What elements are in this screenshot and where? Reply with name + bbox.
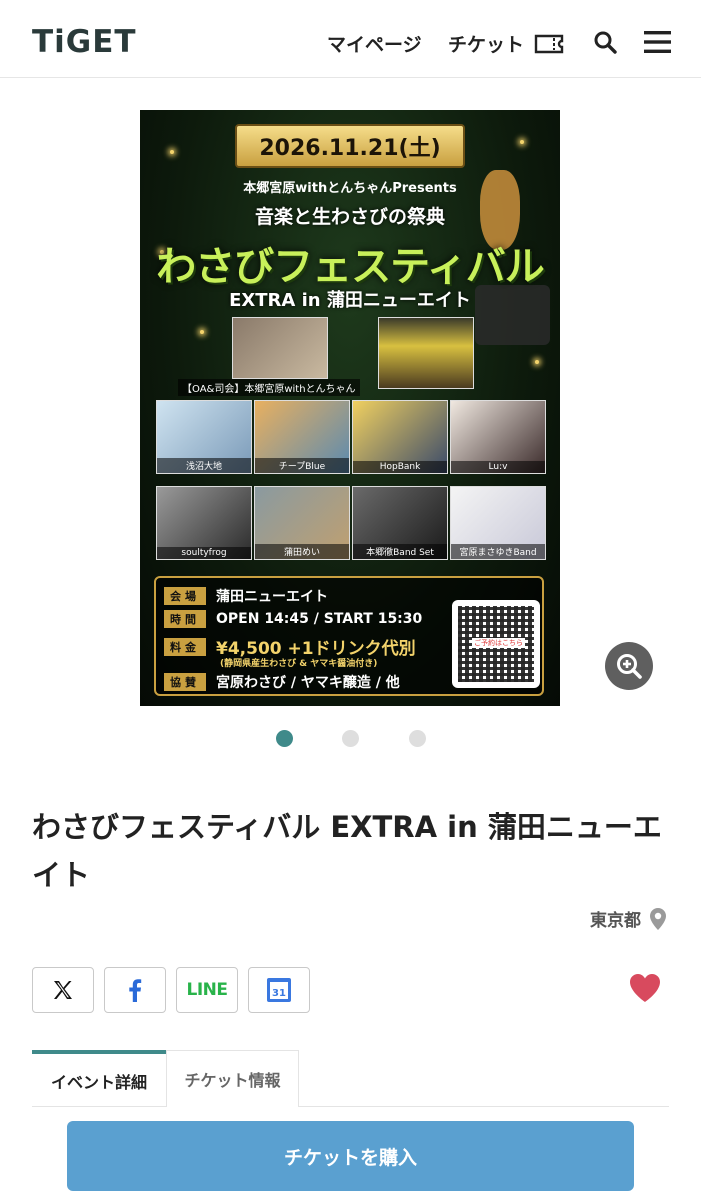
performer-name: チープBlue <box>255 458 349 473</box>
nav-mypage-link[interactable]: マイページ <box>327 30 422 57</box>
sparkle <box>200 330 204 334</box>
sparkle <box>520 140 524 144</box>
hamburger-menu-icon[interactable] <box>644 31 671 53</box>
map-pin-icon <box>650 907 666 930</box>
carousel-dot-3[interactable] <box>409 730 426 747</box>
qr-label: ご予約はこちら <box>472 638 525 648</box>
nav-ticket-label: チケット <box>448 34 525 56</box>
info-row-venue: 会場 蒲田ニューエイト <box>164 586 328 606</box>
x-logo-icon <box>54 981 72 999</box>
add-to-google-calendar-button[interactable]: 31 <box>248 967 310 1013</box>
performer-name: 本郷徹Band Set <box>353 544 447 559</box>
host-caption: 【OA&司会】本郷宮原withとんちゃん <box>178 379 360 396</box>
poster-extra: EXTRA in 蒲田ニューエイト <box>229 290 471 311</box>
site-header: TiGET マイページ チケット <box>0 0 701 78</box>
performer-photo: 宮原まさゆきBand <box>450 486 546 560</box>
poster-subtitle: 音楽と生わさびの祭典 <box>254 206 445 228</box>
host-photo <box>232 317 328 379</box>
calendar-day: 31 <box>272 988 286 999</box>
event-location: 東京都 <box>590 906 667 931</box>
performer-name: 蒲田めい <box>255 544 349 559</box>
venue-photo <box>378 317 474 389</box>
performer-photo: 浅沼大地 <box>156 400 252 474</box>
performer-photo: soultyfrog <box>156 486 252 560</box>
nav-ticket-link[interactable]: チケット <box>448 30 564 57</box>
info-value: OPEN 14:45 / START 15:30 <box>216 611 423 627</box>
poster-date: 2026.11.21(土) <box>235 124 465 168</box>
performer-name: HopBank <box>353 461 447 473</box>
share-facebook-button[interactable] <box>104 967 166 1013</box>
performer-photo: チープBlue <box>254 400 350 474</box>
buy-ticket-button[interactable]: チケットを購入 <box>67 1121 634 1191</box>
qr-code: ご予約はこちら <box>452 600 540 688</box>
zoom-button[interactable] <box>605 642 653 690</box>
sparkle <box>535 360 539 364</box>
performer-photo: 本郷徹Band Set <box>352 486 448 560</box>
info-row-time: 時間 OPEN 14:45 / START 15:30 <box>164 610 422 628</box>
event-title: わさびフェスティバル EXTRA in 蒲田ニューエイト <box>32 810 662 892</box>
tab-ticket-info[interactable]: チケット情報 <box>166 1050 299 1107</box>
tab-event-details[interactable]: イベント詳細 <box>32 1050 166 1107</box>
zoom-in-icon <box>617 654 642 679</box>
info-value: 蒲田ニューエイト <box>216 589 328 605</box>
location-label: 東京都 <box>590 911 641 931</box>
share-line-button[interactable]: LINE <box>176 967 238 1013</box>
carousel-dot-2[interactable] <box>342 730 359 747</box>
line-label: LINE <box>186 980 229 1000</box>
performer-photo: HopBank <box>352 400 448 474</box>
performer-photo: Lu:v <box>450 400 546 474</box>
poster-title: わさびフェスティバル <box>156 244 545 290</box>
poster-presents: 本郷宮原withとんちゃんPresents <box>243 181 457 196</box>
performer-name: 浅沼大地 <box>157 458 251 473</box>
search-icon[interactable] <box>593 30 617 54</box>
info-row-sponsor: 協賛 宮原わさび / ヤマキ醸造 / 他 <box>164 672 400 692</box>
ticket-icon <box>534 34 564 53</box>
sparkle <box>170 150 174 154</box>
performer-name: soultyfrog <box>157 547 251 559</box>
performer-name: Lu:v <box>451 461 545 473</box>
facebook-icon <box>129 979 142 1002</box>
performer-name: 宮原まさゆきBand <box>451 544 545 559</box>
favorite-heart-icon[interactable] <box>628 972 662 1004</box>
info-key: 時間 <box>164 610 206 628</box>
info-key: 会場 <box>164 587 206 605</box>
share-x-button[interactable] <box>32 967 94 1013</box>
event-poster-image[interactable]: 2026.11.21(土) 本郷宮原withとんちゃんPresents 音楽と生… <box>140 110 560 706</box>
info-value: 宮原わさび / ヤマキ醸造 / 他 <box>216 675 400 691</box>
price-note: (静岡県産生わさび & ヤマキ醤油付き) <box>220 659 378 669</box>
info-key: 協賛 <box>164 673 206 691</box>
performer-photo: 蒲田めい <box>254 486 350 560</box>
tiget-logo[interactable]: TiGET <box>32 24 137 60</box>
carousel-dot-1[interactable] <box>276 730 293 747</box>
calendar-icon: 31 <box>267 978 291 1002</box>
info-key: 料金 <box>164 637 206 656</box>
